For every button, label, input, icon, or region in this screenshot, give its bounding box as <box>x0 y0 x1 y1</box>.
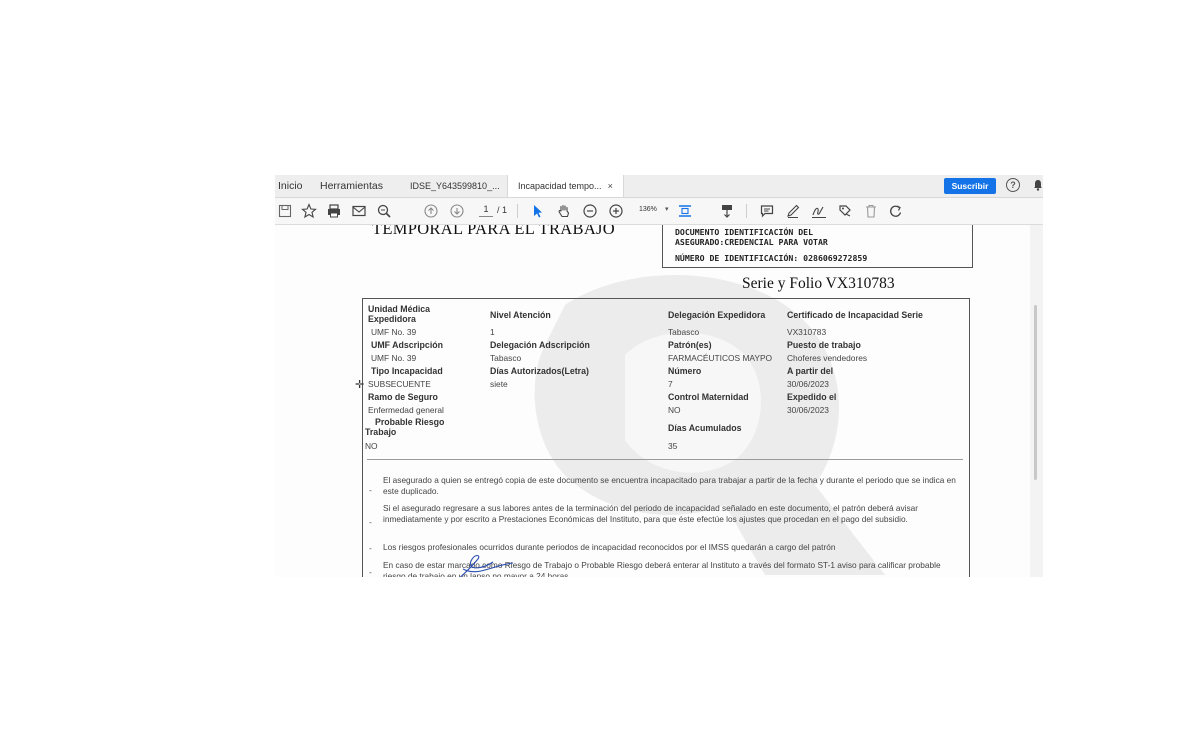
stamp-icon[interactable] <box>837 203 853 219</box>
patron-value: FARMACÉUTICOS MAYPO <box>668 353 773 363</box>
expedido-label: Expedido el <box>787 392 837 402</box>
notice-paragraph-1: El asegurado a quien se entregó copia de… <box>383 475 956 496</box>
hand-icon[interactable] <box>556 203 572 219</box>
certificate-box: Unidad Médica Expedidora UMF No. 39 Nive… <box>362 298 970 577</box>
page-up-icon[interactable] <box>423 203 439 219</box>
a-partir-label: A partir del <box>787 366 834 376</box>
pencil-icon[interactable] <box>785 203 801 219</box>
sign-icon[interactable] <box>811 203 827 219</box>
certificado-serie-value: VX310783 <box>787 327 827 337</box>
bullet-dash: - <box>369 567 372 577</box>
page-number-input[interactable]: 1 <box>479 204 493 217</box>
tipo-incapacidad-value: SUBSECUENTE <box>368 379 431 389</box>
tab-home[interactable]: Inicio <box>278 175 303 197</box>
bullet-dash: - <box>369 485 372 495</box>
tab-home-label: Inicio <box>278 180 303 192</box>
delegacion-adscripcion-value: Tabasco <box>490 353 522 363</box>
bullet-dash: - <box>369 517 372 527</box>
nivel-atencion-value: 1 <box>490 327 495 337</box>
unidad-medica-label: Unidad Médica Expedidora <box>368 304 431 324</box>
id-number: NÚMERO DE IDENTIFICACIÓN: 0286069272859 <box>675 253 868 263</box>
close-tab-icon[interactable]: × <box>608 181 613 191</box>
document-heading: TEMPORAL PARA EL TRABAJO <box>372 225 615 238</box>
toolbar-divider <box>517 204 518 218</box>
page-down-icon[interactable] <box>449 203 465 219</box>
delegacion-adscripcion-label: Delegación Adscripción <box>490 340 590 350</box>
tab-bar: Inicio Herramientas IDSE_Y643599810_... … <box>275 175 1043 198</box>
save-icon[interactable] <box>277 203 293 219</box>
select-cursor-icon[interactable] <box>530 203 546 219</box>
id-line-1: DOCUMENTO IDENTIFICACIÓN DEL <box>675 227 814 237</box>
dias-autorizados-value: siete <box>490 379 508 389</box>
expedido-value: 30/06/2023 <box>787 405 829 415</box>
zoom-level[interactable]: 136% <box>639 206 657 213</box>
control-maternidad-value: NO <box>668 405 681 415</box>
marquee-icon[interactable] <box>719 203 735 219</box>
pdf-page: TEMPORAL PARA EL TRABAJO DOCUMENTO IDENT… <box>275 225 1030 577</box>
help-icon[interactable]: ? <box>1006 178 1020 192</box>
dias-acumulados-value: 35 <box>668 441 678 451</box>
document-area[interactable]: TEMPORAL PARA EL TRABAJO DOCUMENTO IDENT… <box>275 225 1043 577</box>
umf-adscripcion-label: UMF Adscripción <box>371 340 444 350</box>
tipo-incapacidad-label: Tipo Incapacidad <box>371 366 443 376</box>
control-maternidad-label: Control Maternidad <box>668 392 749 402</box>
id-line-2: ASEGURADO:CREDENCIAL PARA VOTAR <box>675 237 828 247</box>
bookmark-star-icon[interactable] <box>301 203 317 219</box>
dias-autorizados-label: Días Autorizados(Letra) <box>490 366 589 376</box>
numero-label: Número <box>668 366 702 376</box>
serie-folio: Serie y Folio VX310783 <box>742 275 895 292</box>
toolbar-divider <box>746 204 747 218</box>
umf-adscripcion-value: UMF No. 39 <box>371 353 417 363</box>
probable-riesgo-label: Probable Riesgo Trabajo <box>365 417 445 437</box>
toolbar: 1 / 1 136% ▾ <box>275 198 1043 225</box>
nivel-atencion-label: Nivel Atención <box>490 310 551 320</box>
comment-icon[interactable] <box>759 203 775 219</box>
ramo-seguro-label: Ramo de Seguro <box>368 392 438 402</box>
tab-tools-label: Herramientas <box>320 180 384 192</box>
a-partir-value: 30/06/2023 <box>787 379 829 389</box>
zoom-dropdown-icon[interactable]: ▾ <box>665 205 669 213</box>
pdf-viewer-window: Inicio Herramientas IDSE_Y643599810_... … <box>275 175 1043 577</box>
identification-box: DOCUMENTO IDENTIFICACIÓN DEL ASEGURADO:C… <box>662 225 973 268</box>
dias-acumulados-label: Días Acumulados <box>668 423 742 433</box>
email-icon[interactable] <box>351 203 367 219</box>
notice-paragraph-2: Si el asegurado regresare a sus labores … <box>383 503 919 524</box>
page-total: / 1 <box>497 205 508 215</box>
unidad-medica-value: UMF No. 39 <box>371 327 417 337</box>
subscribe-button[interactable]: Suscribir <box>944 178 996 194</box>
patron-label: Patrón(es) <box>668 340 712 350</box>
bell-icon[interactable] <box>1033 179 1043 194</box>
fit-page-icon[interactable] <box>677 203 693 219</box>
tab-document-incapacidad-label: Incapacidad tempo... <box>518 181 602 191</box>
rotate-icon[interactable] <box>888 203 904 219</box>
move-cursor-icon: ✛ <box>355 379 365 391</box>
tab-tools[interactable]: Herramientas <box>320 175 383 197</box>
tab-document-idse[interactable]: IDSE_Y643599810_... <box>410 175 500 197</box>
tab-document-idse-label: IDSE_Y643599810_... <box>410 181 500 191</box>
delegacion-expedidora-value: Tabasco <box>668 327 700 337</box>
tab-document-incapacidad[interactable]: Incapacidad tempo... × <box>507 175 624 197</box>
vertical-scrollbar[interactable] <box>1034 305 1037 480</box>
puesto-value: Choferes vendedores <box>787 353 868 363</box>
numero-value: 7 <box>668 379 673 389</box>
section-divider <box>367 459 963 460</box>
bullet-dash: - <box>369 543 372 553</box>
delegacion-expedidora-label: Delegación Expedidora <box>668 310 766 320</box>
probable-riesgo-value: NO <box>365 441 378 451</box>
zoom-out-icon[interactable] <box>582 203 598 219</box>
delete-icon[interactable] <box>863 203 879 219</box>
print-icon[interactable] <box>326 203 342 219</box>
ramo-seguro-value: Enfermedad general <box>368 405 444 415</box>
zoom-in-icon[interactable] <box>608 203 624 219</box>
certificado-serie-label: Certificado de Incapacidad Serie <box>787 310 923 320</box>
handwritten-signature <box>459 554 514 577</box>
search-zoom-icon[interactable] <box>376 203 392 219</box>
puesto-label: Puesto de trabajo <box>787 340 861 350</box>
